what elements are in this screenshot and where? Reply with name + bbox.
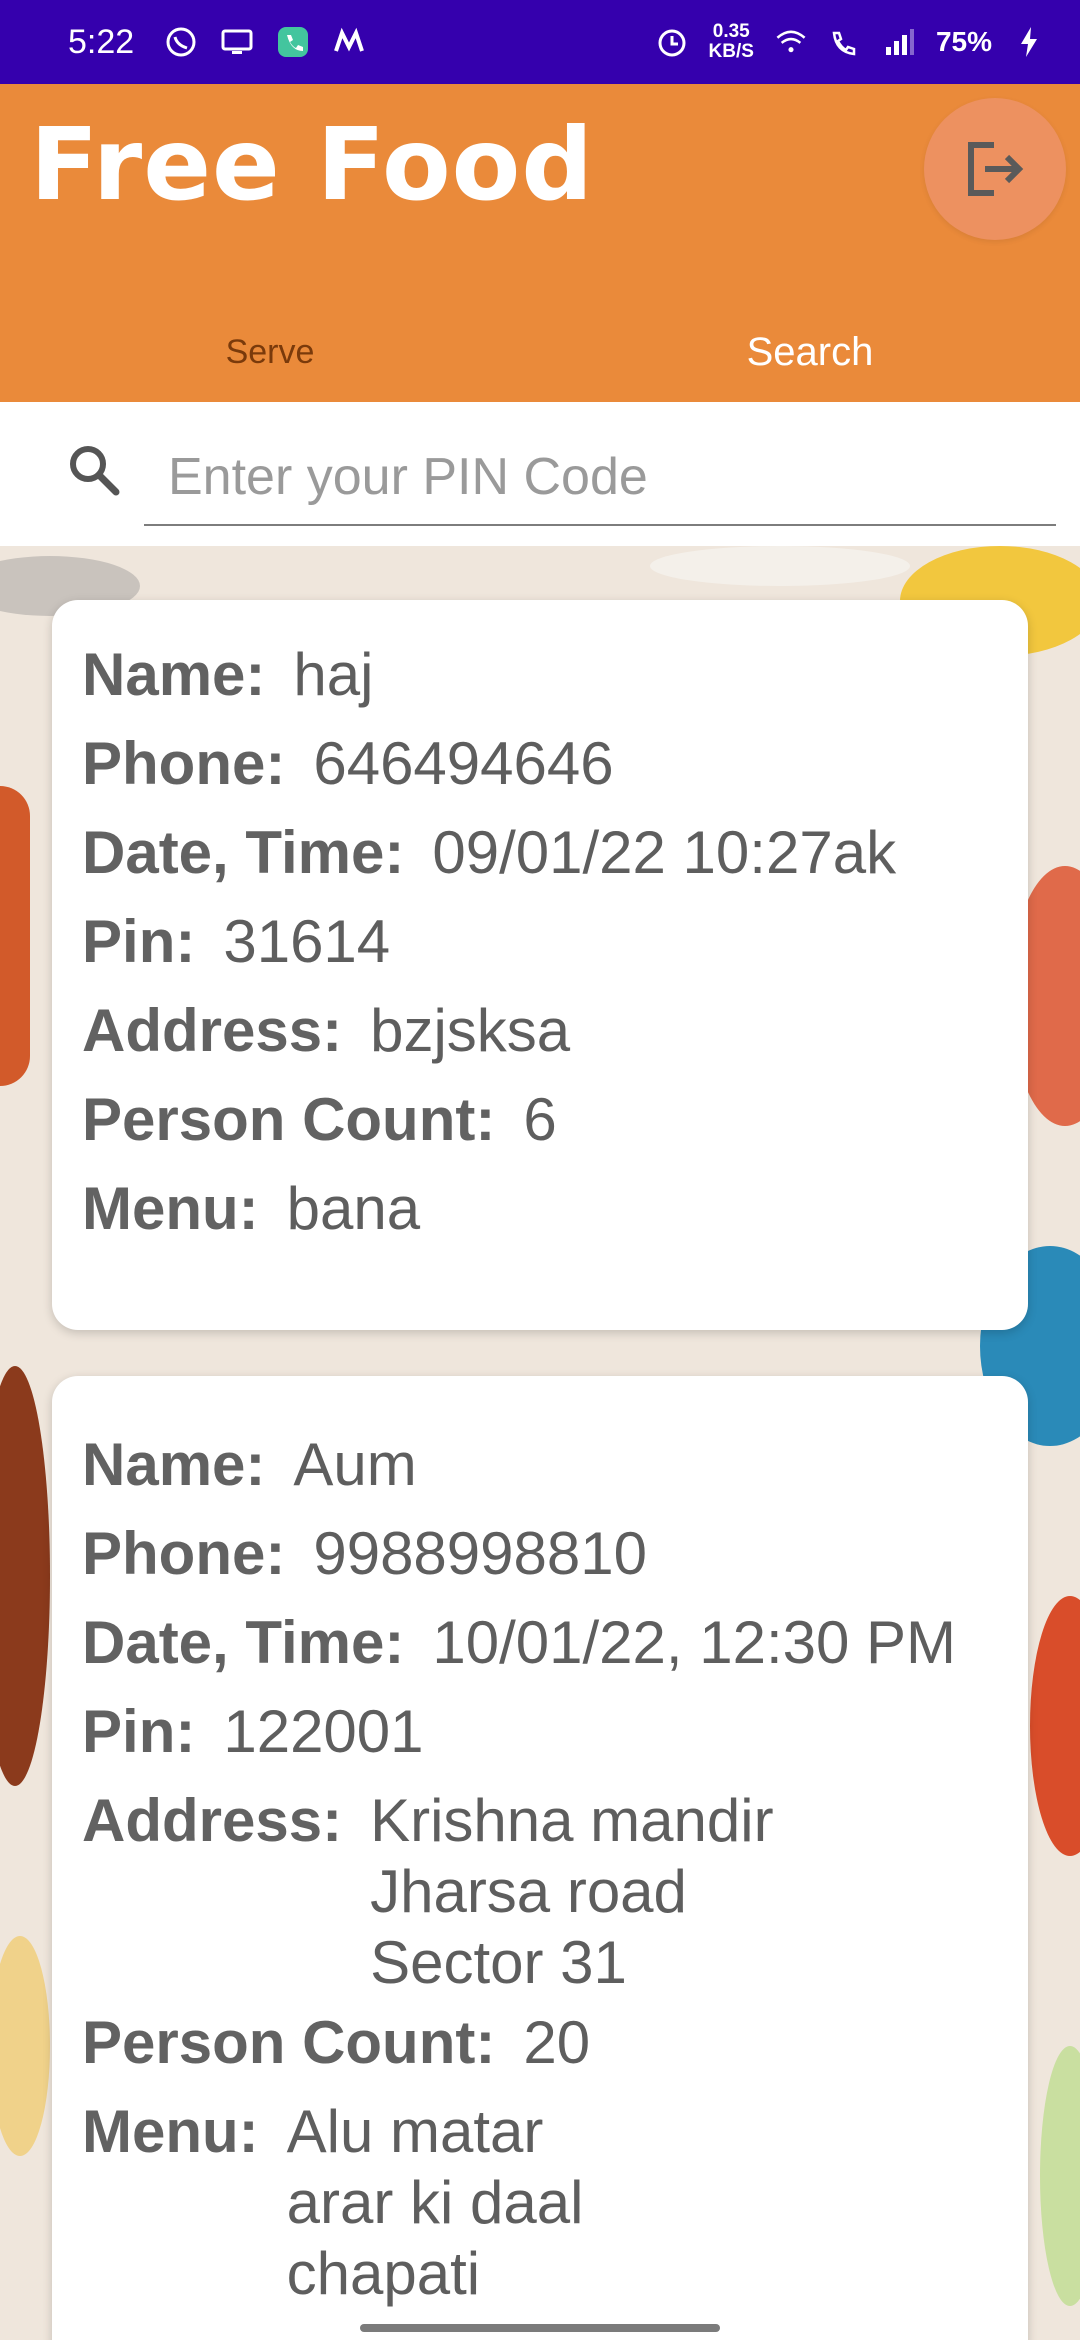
datetime-value: 09/01/22 10:27ak <box>432 819 897 886</box>
phone-row: Phone: 9988998810 <box>82 1509 1028 1598</box>
charging-icon <box>1012 25 1046 59</box>
phone-value: 9988998810 <box>313 1520 648 1587</box>
datetime-row: Date, Time: 10/01/22, 12:30 PM <box>82 1598 1028 1687</box>
pin-value: 31614 <box>223 908 391 975</box>
network-speed-value: 0.35 <box>712 21 750 42</box>
menu-value: Alu matar arar ki daal chapati <box>286 2098 584 2307</box>
person-count-value: 20 <box>523 2009 591 2076</box>
battery-level: 75% <box>935 26 992 57</box>
logout-icon <box>968 142 1024 196</box>
person-count-label: Person Count: <box>82 2009 496 2076</box>
m-app-icon <box>332 25 366 59</box>
datetime-value: 10/01/22, 12:30 PM <box>432 1609 957 1676</box>
person-count-row: Person Count: 20 <box>82 1998 1028 2087</box>
logout-button[interactable] <box>924 98 1066 240</box>
screen-cast-icon <box>220 25 254 59</box>
phone-label: Phone: <box>82 1520 286 1587</box>
tab-serve[interactable]: Serve <box>0 302 540 402</box>
wifi-icon <box>774 25 808 59</box>
pin-code-input[interactable] <box>144 430 1056 526</box>
datetime-label: Date, Time: <box>82 819 405 886</box>
alarm-icon <box>655 25 689 59</box>
pin-value: 122001 <box>223 1698 424 1765</box>
name-label: Name: <box>82 1431 266 1498</box>
menu-row: Menu: bana <box>82 1164 1028 1253</box>
status-bar: 5:22 0.35 KB/S 75% <box>0 0 1080 84</box>
name-value: Aum <box>293 1431 417 1498</box>
person-count-label: Person Count: <box>82 1086 496 1153</box>
name-label: Name: <box>82 641 266 708</box>
name-row: Name: haj <box>82 630 1028 719</box>
notification-icons <box>164 25 366 59</box>
network-speed-unit: KB/S <box>708 41 754 62</box>
phone-value: 646494646 <box>313 730 614 797</box>
search-bar <box>0 402 1080 546</box>
donation-card[interactable]: Name: haj Phone: 646494646 Date, Time: 09/0… <box>52 600 1028 1330</box>
tab-search[interactable]: Search <box>540 302 1080 402</box>
menu-row: Menu: Alu matar arar ki daal chapati <box>82 2087 1028 2309</box>
whatsapp-icon <box>164 25 198 59</box>
phone-app-icon <box>276 25 310 59</box>
menu-label: Menu: <box>82 2098 259 2165</box>
phone-row: Phone: 646494646 <box>82 719 1028 808</box>
status-time: 5:22 <box>68 22 135 61</box>
app-title: Free Food <box>30 106 594 223</box>
system-indicators: 0.35 KB/S 75% <box>655 22 1046 62</box>
pin-label: Pin: <box>82 1698 196 1765</box>
menu-label: Menu: <box>82 1175 259 1242</box>
donation-card[interactable]: Name: Aum Phone: 9988998810 Date, Time: 10/… <box>52 1376 1028 2340</box>
datetime-row: Date, Time: 09/01/22 10:27ak <box>82 808 1028 897</box>
wifi-calling-icon <box>828 25 862 59</box>
tab-bar: Serve Search <box>0 302 1080 402</box>
person-count-value: 6 <box>523 1086 557 1153</box>
pin-label: Pin: <box>82 908 196 975</box>
home-indicator[interactable] <box>360 2324 720 2332</box>
address-value: Krishna mandir Jharsa road Sector 31 <box>370 1787 774 1996</box>
person-count-row: Person Count: 6 <box>82 1075 1028 1164</box>
name-value: haj <box>293 641 374 708</box>
address-row: Address: bzjsksa <box>82 986 1028 1075</box>
search-icon <box>70 446 120 496</box>
address-row: Address: Krishna mandir Jharsa road Secto… <box>82 1776 1028 1998</box>
phone-label: Phone: <box>82 730 286 797</box>
address-label: Address: <box>82 997 343 1064</box>
donation-list: Name: haj Phone: 646494646 Date, Time: 09/0… <box>0 546 1080 2340</box>
app-bar: Free Food Serve Search <box>0 84 1080 402</box>
network-speed: 0.35 KB/S <box>709 22 754 62</box>
name-row: Name: Aum <box>82 1420 1028 1509</box>
pin-row: Pin: 31614 <box>82 897 1028 986</box>
pin-row: Pin: 122001 <box>82 1687 1028 1776</box>
datetime-label: Date, Time: <box>82 1609 405 1676</box>
address-value: bzjsksa <box>370 997 571 1064</box>
signal-icon <box>882 25 916 59</box>
menu-value: bana <box>286 1175 421 1242</box>
address-label: Address: <box>82 1787 343 1854</box>
